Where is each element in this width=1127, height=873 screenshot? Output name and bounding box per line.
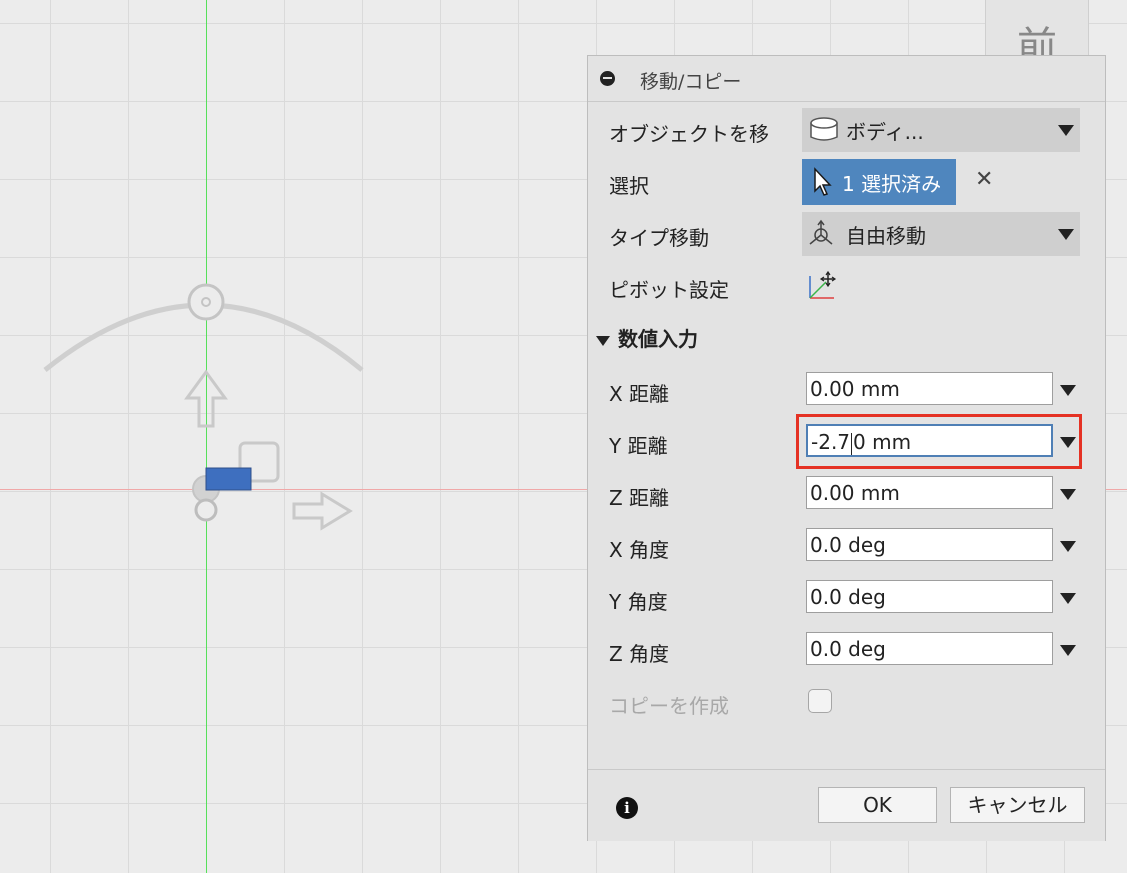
x-distance-label: X 距離: [609, 382, 670, 406]
z-distance-caret-icon[interactable]: [1060, 489, 1076, 500]
y-distance-label: Y 距離: [609, 434, 668, 458]
selection-value: 1 選択済み: [842, 172, 942, 196]
y-distance-value-before-cursor: -2.7: [811, 430, 851, 454]
x-distance-input[interactable]: 0.00 mm: [806, 372, 1053, 405]
free-move-icon: [809, 219, 833, 245]
dialog-footer: i OK キャンセル: [588, 769, 1105, 841]
x-distance-caret-icon[interactable]: [1060, 385, 1076, 396]
y-distance-value-after-cursor: 0 mm: [853, 430, 912, 454]
ok-button[interactable]: OK: [818, 787, 937, 823]
y-distance-input[interactable]: -2.7 0 mm: [806, 424, 1053, 457]
y-distance-caret-icon[interactable]: [1060, 437, 1076, 448]
z-angle-label: Z 角度: [609, 642, 670, 666]
text-cursor: [851, 432, 853, 455]
dropdown-caret-icon: [1058, 229, 1074, 240]
z-angle-caret-icon[interactable]: [1060, 645, 1076, 656]
move-up-arrow[interactable]: [184, 369, 228, 428]
objects-label: オブジェクトを移: [609, 122, 769, 146]
cancel-button[interactable]: キャンセル: [950, 787, 1085, 823]
x-angle-caret-icon[interactable]: [1060, 541, 1076, 552]
y-angle-caret-icon[interactable]: [1060, 593, 1076, 604]
selection-label: 選択: [609, 174, 649, 198]
move-right-arrow[interactable]: [292, 491, 353, 531]
create-copy-checkbox[interactable]: [808, 689, 832, 713]
rotate-handle[interactable]: [187, 283, 225, 321]
move-gizmo[interactable]: [0, 260, 420, 560]
z-angle-input[interactable]: 0.0 deg: [806, 632, 1053, 665]
y-angle-label: Y 角度: [609, 590, 668, 614]
pivot-label: ピボット設定: [609, 278, 729, 302]
x-angle-label: X 角度: [609, 538, 670, 562]
numeric-input-section[interactable]: 数値入力: [596, 323, 698, 352]
selection-button[interactable]: 1 選択済み: [802, 159, 956, 205]
pivot-icon[interactable]: [806, 270, 838, 302]
body-cylinder-icon: [810, 117, 838, 141]
move-type-dropdown[interactable]: 自由移動: [802, 212, 1080, 256]
objects-value: ボディ...: [846, 120, 924, 144]
z-distance-input[interactable]: 0.00 mm: [806, 476, 1053, 509]
pointer-arrow-icon: [814, 167, 832, 196]
objects-dropdown[interactable]: ボディ...: [802, 108, 1080, 152]
move-type-label: タイプ移動: [609, 226, 709, 250]
x-angle-input[interactable]: 0.0 deg: [806, 528, 1053, 561]
dropdown-caret-icon: [1058, 125, 1074, 136]
y-angle-input[interactable]: 0.0 deg: [806, 580, 1053, 613]
info-icon[interactable]: i: [616, 797, 638, 819]
close-icon[interactable]: ✕: [975, 167, 993, 192]
dialog-header[interactable]: 移動/コピー: [588, 56, 1105, 102]
move-type-value: 自由移動: [846, 224, 926, 248]
lower-handle[interactable]: [194, 498, 218, 522]
selected-body[interactable]: [205, 467, 252, 491]
move-copy-dialog: 移動/コピー オブジェクトを移 ボディ... 選択 1 選択済み ✕ タイプ移動…: [587, 55, 1106, 841]
collapse-icon[interactable]: [600, 71, 615, 86]
section-title: 数値入力: [618, 327, 698, 351]
section-collapse-icon: [596, 335, 610, 346]
z-distance-label: Z 距離: [609, 486, 670, 510]
create-copy-label: コピーを作成: [609, 694, 729, 718]
dialog-title: 移動/コピー: [640, 71, 742, 93]
